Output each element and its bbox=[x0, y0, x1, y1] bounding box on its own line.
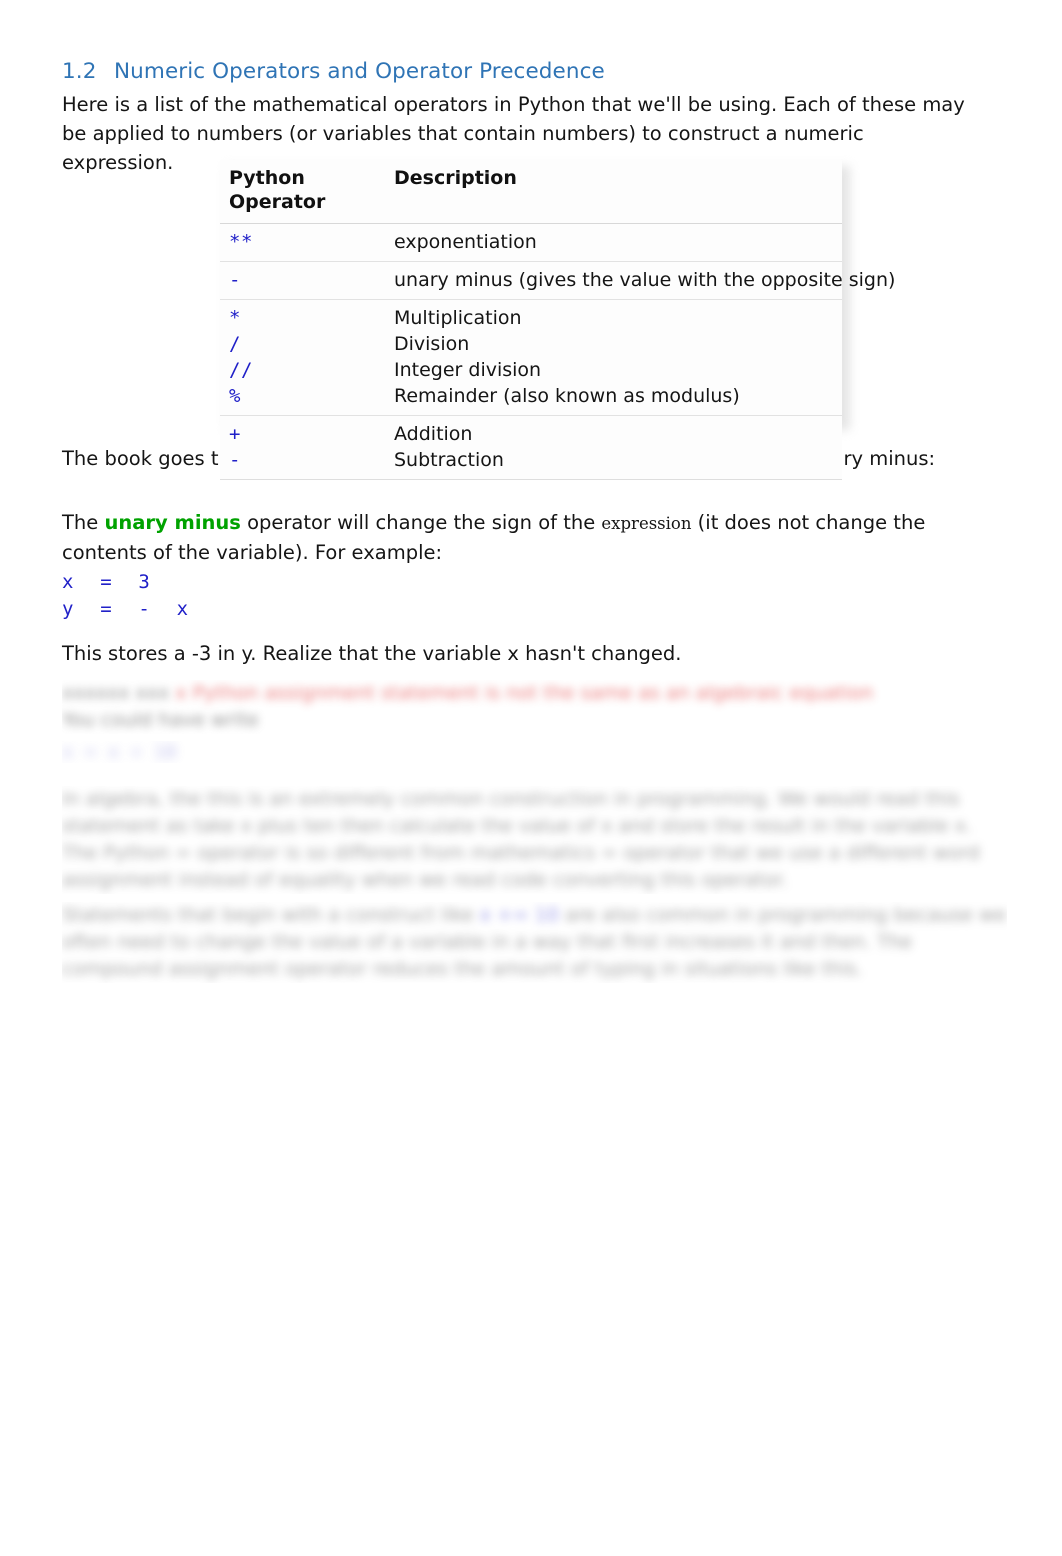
description-cell: Addition Subtraction bbox=[385, 415, 842, 480]
operator-cell: + - bbox=[220, 415, 385, 480]
operator-description: Remainder (also known as modulus) bbox=[394, 385, 740, 407]
operator-description: Addition bbox=[394, 423, 473, 445]
unary-minus-paragraph: The unary minus operator will change the… bbox=[62, 508, 972, 567]
blurred-heading-line: xxxxxx xxx x Python assignment statement… bbox=[62, 680, 1002, 734]
column-header-operator: Python Operator bbox=[220, 160, 385, 224]
table-row: ** exponentiation bbox=[220, 223, 842, 262]
table-row: * ///% Multiplication Division Integer divis… bbox=[220, 299, 842, 416]
operator-description: exponentiation bbox=[394, 231, 537, 253]
unary-minus-highlight: unary minus bbox=[104, 511, 241, 534]
description-cell: exponentiation bbox=[385, 223, 842, 262]
table-row: - unary minus (gives the value with the o… bbox=[220, 261, 896, 300]
operator-description: Multiplication bbox=[394, 307, 522, 329]
blurred-code-line: x = x + 10 bbox=[62, 741, 462, 763]
code-line-2: y = - x bbox=[62, 598, 190, 620]
blurred-paragraph-2-part-a: Statements that begin with a construct l… bbox=[62, 904, 480, 926]
operator-description: Subtraction bbox=[394, 449, 504, 471]
stores-paragraph: This stores a -3 in y. Realize that the … bbox=[62, 642, 682, 665]
operator-symbol: / bbox=[229, 333, 241, 355]
code-example: x = 3 y = - x bbox=[62, 569, 189, 623]
blurred-gray-prefix: xxxxxx xxx bbox=[62, 682, 176, 704]
expression-word: expression bbox=[601, 514, 692, 533]
unary-text-before: The bbox=[62, 511, 105, 534]
blurred-paragraph-2: Statements that begin with a construct l… bbox=[62, 902, 1007, 983]
document-page: 1.2 Numeric Operators and Operator Preced… bbox=[0, 0, 1062, 1556]
operator-symbol: + bbox=[229, 423, 241, 445]
blurred-paragraph-1-text: In algebra, the this is an extremely com… bbox=[62, 788, 986, 891]
operator-symbol: * bbox=[229, 307, 241, 329]
operator-cell: ** bbox=[220, 223, 385, 262]
blurred-line-2: You could have write bbox=[62, 709, 259, 731]
operator-cell: * ///% bbox=[220, 299, 385, 416]
operator-description: Division bbox=[394, 333, 470, 355]
blurred-red-text: x Python assignment statement is not the… bbox=[175, 682, 874, 704]
operator-symbol: - bbox=[229, 449, 241, 471]
column-header-description: Description bbox=[385, 160, 842, 224]
description-cell: Multiplication Division Integer division Re… bbox=[385, 299, 842, 416]
blurred-paragraph-1: In algebra, the this is an extremely com… bbox=[62, 786, 1007, 894]
operator-symbol: // bbox=[229, 359, 253, 381]
table-header-row: Python Operator Description bbox=[220, 160, 842, 224]
operator-cell: - bbox=[220, 261, 385, 300]
unary-text-middle: operator will change the sign of the bbox=[240, 511, 602, 534]
operator-symbol: % bbox=[229, 385, 241, 407]
code-line-1: x = 3 bbox=[62, 571, 152, 593]
operator-symbol: - bbox=[229, 269, 241, 291]
operator-description: unary minus (gives the value with the op… bbox=[394, 269, 896, 291]
table-body: ** exponentiation - unary minus (gives the … bbox=[220, 223, 896, 480]
operator-description: Integer division bbox=[394, 359, 542, 381]
blurred-paragraph-2-text: Statements that begin with a construct l… bbox=[62, 902, 1007, 983]
table-head: Python Operator Description bbox=[220, 160, 842, 224]
blurred-blue-segment: x += 10 bbox=[479, 904, 559, 926]
description-cell: unary minus (gives the value with the op… bbox=[385, 261, 896, 300]
operators-table: Python Operator Description ** exponentia… bbox=[220, 160, 896, 480]
operators-table-container: Python Operator Description ** exponentia… bbox=[220, 160, 896, 480]
section-title: Numeric Operators and Operator Precedenc… bbox=[114, 59, 605, 84]
blurred-code: x = x + 10 bbox=[62, 741, 177, 763]
blurred-line-1: xxxxxx xxx x Python assignment statement… bbox=[62, 680, 1002, 707]
section-heading: 1.2 Numeric Operators and Operator Preced… bbox=[62, 59, 605, 84]
operator-symbol: ** bbox=[229, 231, 253, 253]
section-number: 1.2 bbox=[62, 59, 97, 84]
table-row: + - Addition Subtraction bbox=[220, 415, 842, 480]
